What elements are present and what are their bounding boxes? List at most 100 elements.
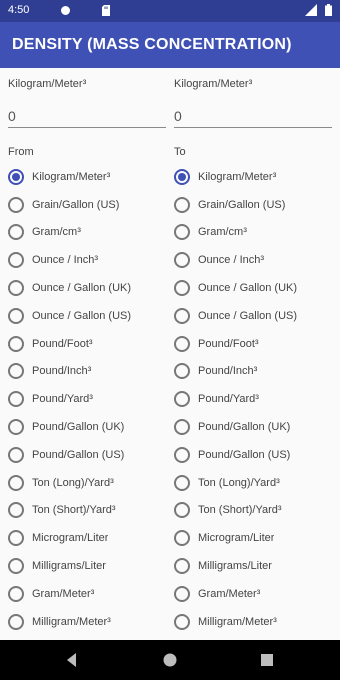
- to-unit-option[interactable]: Ounce / Inch³: [174, 246, 332, 274]
- radio-option-label: Pound/Inch³: [198, 365, 258, 378]
- radio-button[interactable]: [8, 335, 24, 352]
- to-unit-option[interactable]: Ton (Long)/Yard³: [174, 469, 332, 497]
- to-unit-option[interactable]: Milligrams/Liter: [174, 552, 332, 580]
- to-unit-option[interactable]: Pound/Yard³: [174, 385, 332, 413]
- to-unit-option[interactable]: Pound/Foot³: [174, 330, 332, 358]
- from-value-input[interactable]: [8, 104, 166, 128]
- radio-button[interactable]: [8, 558, 24, 575]
- radio-button[interactable]: [8, 419, 24, 436]
- radio-button[interactable]: [8, 363, 24, 380]
- radio-button[interactable]: [174, 252, 190, 269]
- from-unit-option[interactable]: Milligram/Meter³: [8, 608, 166, 636]
- radio-button[interactable]: [8, 391, 24, 408]
- to-unit-option[interactable]: Pound/Gallon (UK): [174, 413, 332, 441]
- to-unit-option[interactable]: Microgram/Liter: [174, 524, 332, 552]
- radio-button[interactable]: [174, 530, 190, 547]
- to-unit-option[interactable]: Milligram/Meter³: [174, 608, 332, 636]
- radio-button[interactable]: [8, 307, 24, 324]
- to-unit-radio-group: Kilogram/Meter³ Grain/Gallon (US) Gram/cm³…: [174, 163, 332, 636]
- radio-button[interactable]: [8, 280, 24, 297]
- to-unit-option[interactable]: Ounce / Gallon (UK): [174, 274, 332, 302]
- to-unit-option[interactable]: Gram/Meter³: [174, 580, 332, 608]
- radio-option-label: Gram/cm³: [198, 226, 247, 239]
- radio-button[interactable]: [174, 307, 190, 324]
- radio-button[interactable]: [174, 168, 190, 185]
- radio-option-label: Grain/Gallon (US): [32, 198, 120, 211]
- radio-button[interactable]: [8, 168, 24, 185]
- radio-button[interactable]: [8, 446, 24, 463]
- circle-icon: [61, 6, 70, 15]
- radio-button[interactable]: [174, 558, 190, 575]
- radio-button[interactable]: [174, 280, 190, 297]
- radio-option-label: Ton (Long)/Yard³: [32, 476, 114, 489]
- from-unit-option[interactable]: Ton (Short)/Yard³: [8, 497, 166, 525]
- radio-option-label: Gram/cm³: [32, 226, 81, 239]
- radio-button[interactable]: [8, 585, 24, 602]
- from-unit-option[interactable]: Pound/Gallon (US): [8, 441, 166, 469]
- radio-button[interactable]: [8, 252, 24, 269]
- radio-button[interactable]: [8, 613, 24, 630]
- from-unit-option[interactable]: Milligrams/Liter: [8, 552, 166, 580]
- radio-button[interactable]: [174, 585, 190, 602]
- from-unit-option[interactable]: Ounce / Gallon (UK): [8, 274, 166, 302]
- from-unit-option[interactable]: Pound/Foot³: [8, 330, 166, 358]
- radio-option-label: Microgram/Liter: [32, 532, 109, 545]
- radio-button[interactable]: [174, 419, 190, 436]
- radio-button[interactable]: [8, 224, 24, 241]
- radio-option-label: Gram/Meter³: [32, 587, 95, 600]
- from-unit-option[interactable]: Kilogram/Meter³: [8, 163, 166, 191]
- radio-button[interactable]: [8, 474, 24, 491]
- radio-option-label: Ounce / Gallon (UK): [32, 282, 132, 295]
- to-unit-option[interactable]: Ton (Short)/Yard³: [174, 497, 332, 525]
- radio-button[interactable]: [174, 391, 190, 408]
- status-bar: 4:50: [0, 0, 340, 22]
- radio-button[interactable]: [174, 196, 190, 213]
- from-unit-label: Kilogram/Meter³: [8, 78, 87, 90]
- recents-icon[interactable]: [259, 650, 275, 670]
- from-unit-option[interactable]: Ounce / Inch³: [8, 246, 166, 274]
- radio-option-label: Pound/Gallon (UK): [198, 421, 291, 434]
- to-unit-option[interactable]: Pound/Gallon (US): [174, 441, 332, 469]
- from-unit-option[interactable]: Microgram/Liter: [8, 524, 166, 552]
- to-unit-option[interactable]: Gram/cm³: [174, 219, 332, 247]
- radio-button[interactable]: [174, 224, 190, 241]
- radio-button[interactable]: [8, 530, 24, 547]
- radio-button[interactable]: [174, 363, 190, 380]
- from-unit-option[interactable]: Pound/Inch³: [8, 358, 166, 386]
- radio-button[interactable]: [174, 335, 190, 352]
- radio-option-label: Pound/Inch³: [32, 365, 92, 378]
- home-icon[interactable]: [161, 650, 179, 670]
- to-unit-option[interactable]: Ounce / Gallon (US): [174, 302, 332, 330]
- radio-button[interactable]: [8, 502, 24, 519]
- radio-button[interactable]: [8, 196, 24, 213]
- radio-option-label: Milligrams/Liter: [32, 560, 106, 573]
- radio-option-label: Pound/Yard³: [32, 393, 93, 406]
- radio-button[interactable]: [174, 502, 190, 519]
- radio-option-label: Pound/Gallon (US): [198, 448, 291, 461]
- from-unit-option[interactable]: Grain/Gallon (US): [8, 191, 166, 219]
- from-unit-option[interactable]: Pound/Gallon (UK): [8, 413, 166, 441]
- to-value-input[interactable]: [174, 104, 332, 128]
- radio-button[interactable]: [174, 613, 190, 630]
- radio-option-label: Ton (Long)/Yard³: [198, 476, 280, 489]
- radio-option-label: Ounce / Inch³: [198, 254, 265, 267]
- from-unit-option[interactable]: Gram/Meter³: [8, 580, 166, 608]
- radio-button[interactable]: [174, 474, 190, 491]
- to-section-label: To: [174, 146, 186, 158]
- from-unit-option[interactable]: Gram/cm³: [8, 219, 166, 247]
- to-unit-option[interactable]: Kilogram/Meter³: [174, 163, 332, 191]
- radio-button[interactable]: [174, 446, 190, 463]
- radio-option-label: Milligram/Meter³: [198, 615, 277, 628]
- back-icon[interactable]: [64, 650, 78, 670]
- radio-option-label: Gram/Meter³: [198, 587, 261, 600]
- battery-icon: [325, 4, 332, 16]
- to-unit-option[interactable]: Grain/Gallon (US): [174, 191, 332, 219]
- sd-card-icon: [102, 5, 111, 16]
- to-unit-option[interactable]: Pound/Inch³: [174, 358, 332, 386]
- radio-option-label: Pound/Yard³: [198, 393, 259, 406]
- radio-option-label: Milligrams/Liter: [198, 560, 272, 573]
- from-unit-option[interactable]: Ton (Long)/Yard³: [8, 469, 166, 497]
- radio-option-label: Ounce / Gallon (UK): [198, 282, 298, 295]
- from-unit-option[interactable]: Pound/Yard³: [8, 385, 166, 413]
- from-unit-option[interactable]: Ounce / Gallon (US): [8, 302, 166, 330]
